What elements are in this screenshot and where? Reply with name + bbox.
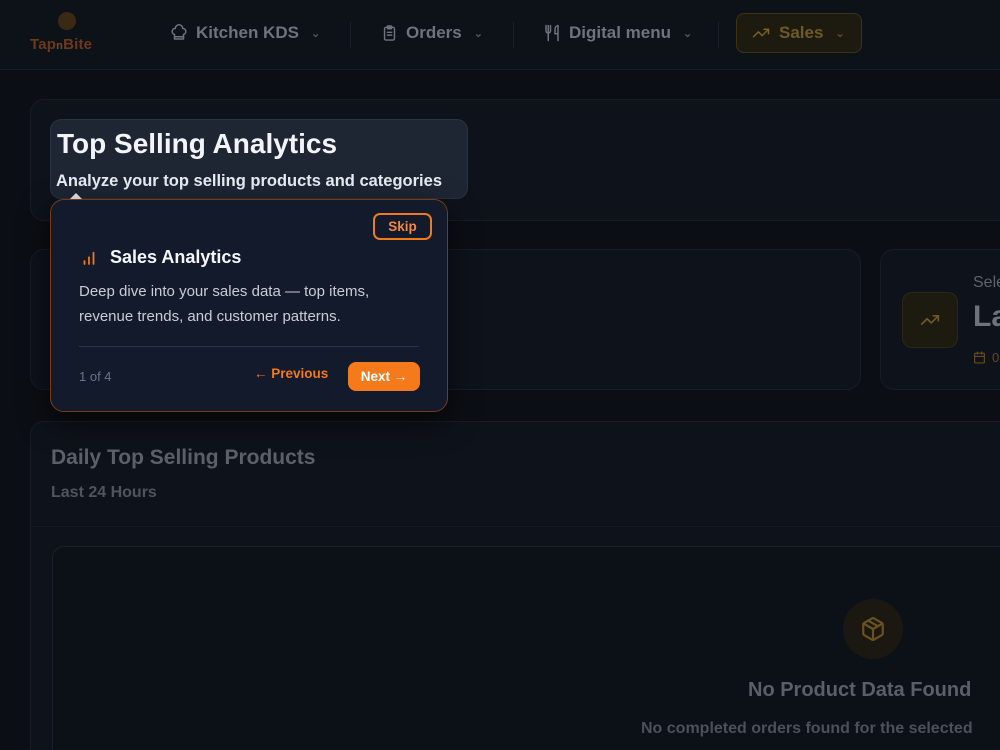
nav-sales[interactable]: Sales ⌄ <box>736 13 862 53</box>
skip-tour-button[interactable]: Skip <box>373 213 432 240</box>
empty-state-title: No Product Data Found <box>748 679 972 701</box>
nav-divider <box>718 22 719 48</box>
nav-divider <box>513 22 514 48</box>
section-divider <box>31 526 1000 527</box>
trending-up-icon <box>920 315 940 325</box>
section-subtitle: Last 24 Hours <box>51 484 157 501</box>
stat-label: Sele <box>973 274 1000 291</box>
nav-orders[interactable]: Orders ⌄ <box>367 13 497 53</box>
selected-period-card: Sele La 0 <box>880 249 1000 390</box>
stat-date: 0 <box>973 350 999 365</box>
logo-mark-icon <box>58 12 76 30</box>
section-title: Daily Top Selling Products <box>51 446 316 469</box>
nav-kitchen-kds-label: Kitchen KDS <box>196 23 299 42</box>
chevron-down-icon: ⌄ <box>835 27 845 40</box>
previous-button[interactable]: ← Previous <box>254 366 328 381</box>
utensils-icon <box>545 24 559 42</box>
tour-description: Deep dive into your sales data — top ite… <box>79 283 370 325</box>
nav-sales-label: Sales <box>779 23 824 42</box>
nav-orders-label: Orders <box>406 23 462 42</box>
tour-popover: Skip Sales Analytics Deep dive into your… <box>50 199 448 412</box>
nav-digital-menu[interactable]: Digital menu ⌄ <box>529 13 706 53</box>
tour-spotlight: Top Selling Analytics Analyze your top s… <box>51 120 467 198</box>
chevron-down-icon: ⌄ <box>683 27 693 40</box>
stat-date-text: 0 <box>992 350 1000 365</box>
tour-divider <box>79 346 419 347</box>
chevron-down-icon: ⌄ <box>473 27 483 40</box>
brand-name-right: Bite <box>63 36 93 53</box>
brand-name-left: Tap <box>30 36 57 53</box>
empty-state-description: No completed orders found for the select… <box>641 720 973 737</box>
chef-hat-icon <box>171 24 187 40</box>
nav-divider <box>350 22 351 48</box>
empty-state: No Product Data Found No completed order… <box>52 546 1000 750</box>
stat-value: La <box>973 300 1000 333</box>
brand-logo[interactable]: TapnBite <box>28 12 108 58</box>
next-button[interactable]: Next → <box>348 362 420 391</box>
tour-step-counter: 1 of 4 <box>79 369 112 384</box>
bar-chart-icon <box>83 251 95 265</box>
daily-top-selling-card: Daily Top Selling Products Last 24 Hours… <box>30 421 1000 750</box>
stat-icon-box <box>902 292 958 348</box>
package-icon <box>843 599 903 659</box>
calendar-icon <box>974 351 985 364</box>
nav-kitchen-kds[interactable]: Kitchen KDS ⌄ <box>156 13 334 53</box>
chevron-down-icon: ⌄ <box>310 27 321 40</box>
top-navigation: TapnBite Kitchen KDS ⌄ Orders ⌄ Digital … <box>0 0 1000 70</box>
tour-title: Sales Analytics <box>110 247 242 267</box>
trending-up-icon <box>752 28 770 38</box>
page-title: Top Selling Analytics <box>57 128 338 159</box>
page-subtitle: Analyze your top selling products and ca… <box>56 172 442 190</box>
clipboard-icon <box>383 25 396 41</box>
nav-digital-menu-label: Digital menu <box>569 23 672 42</box>
